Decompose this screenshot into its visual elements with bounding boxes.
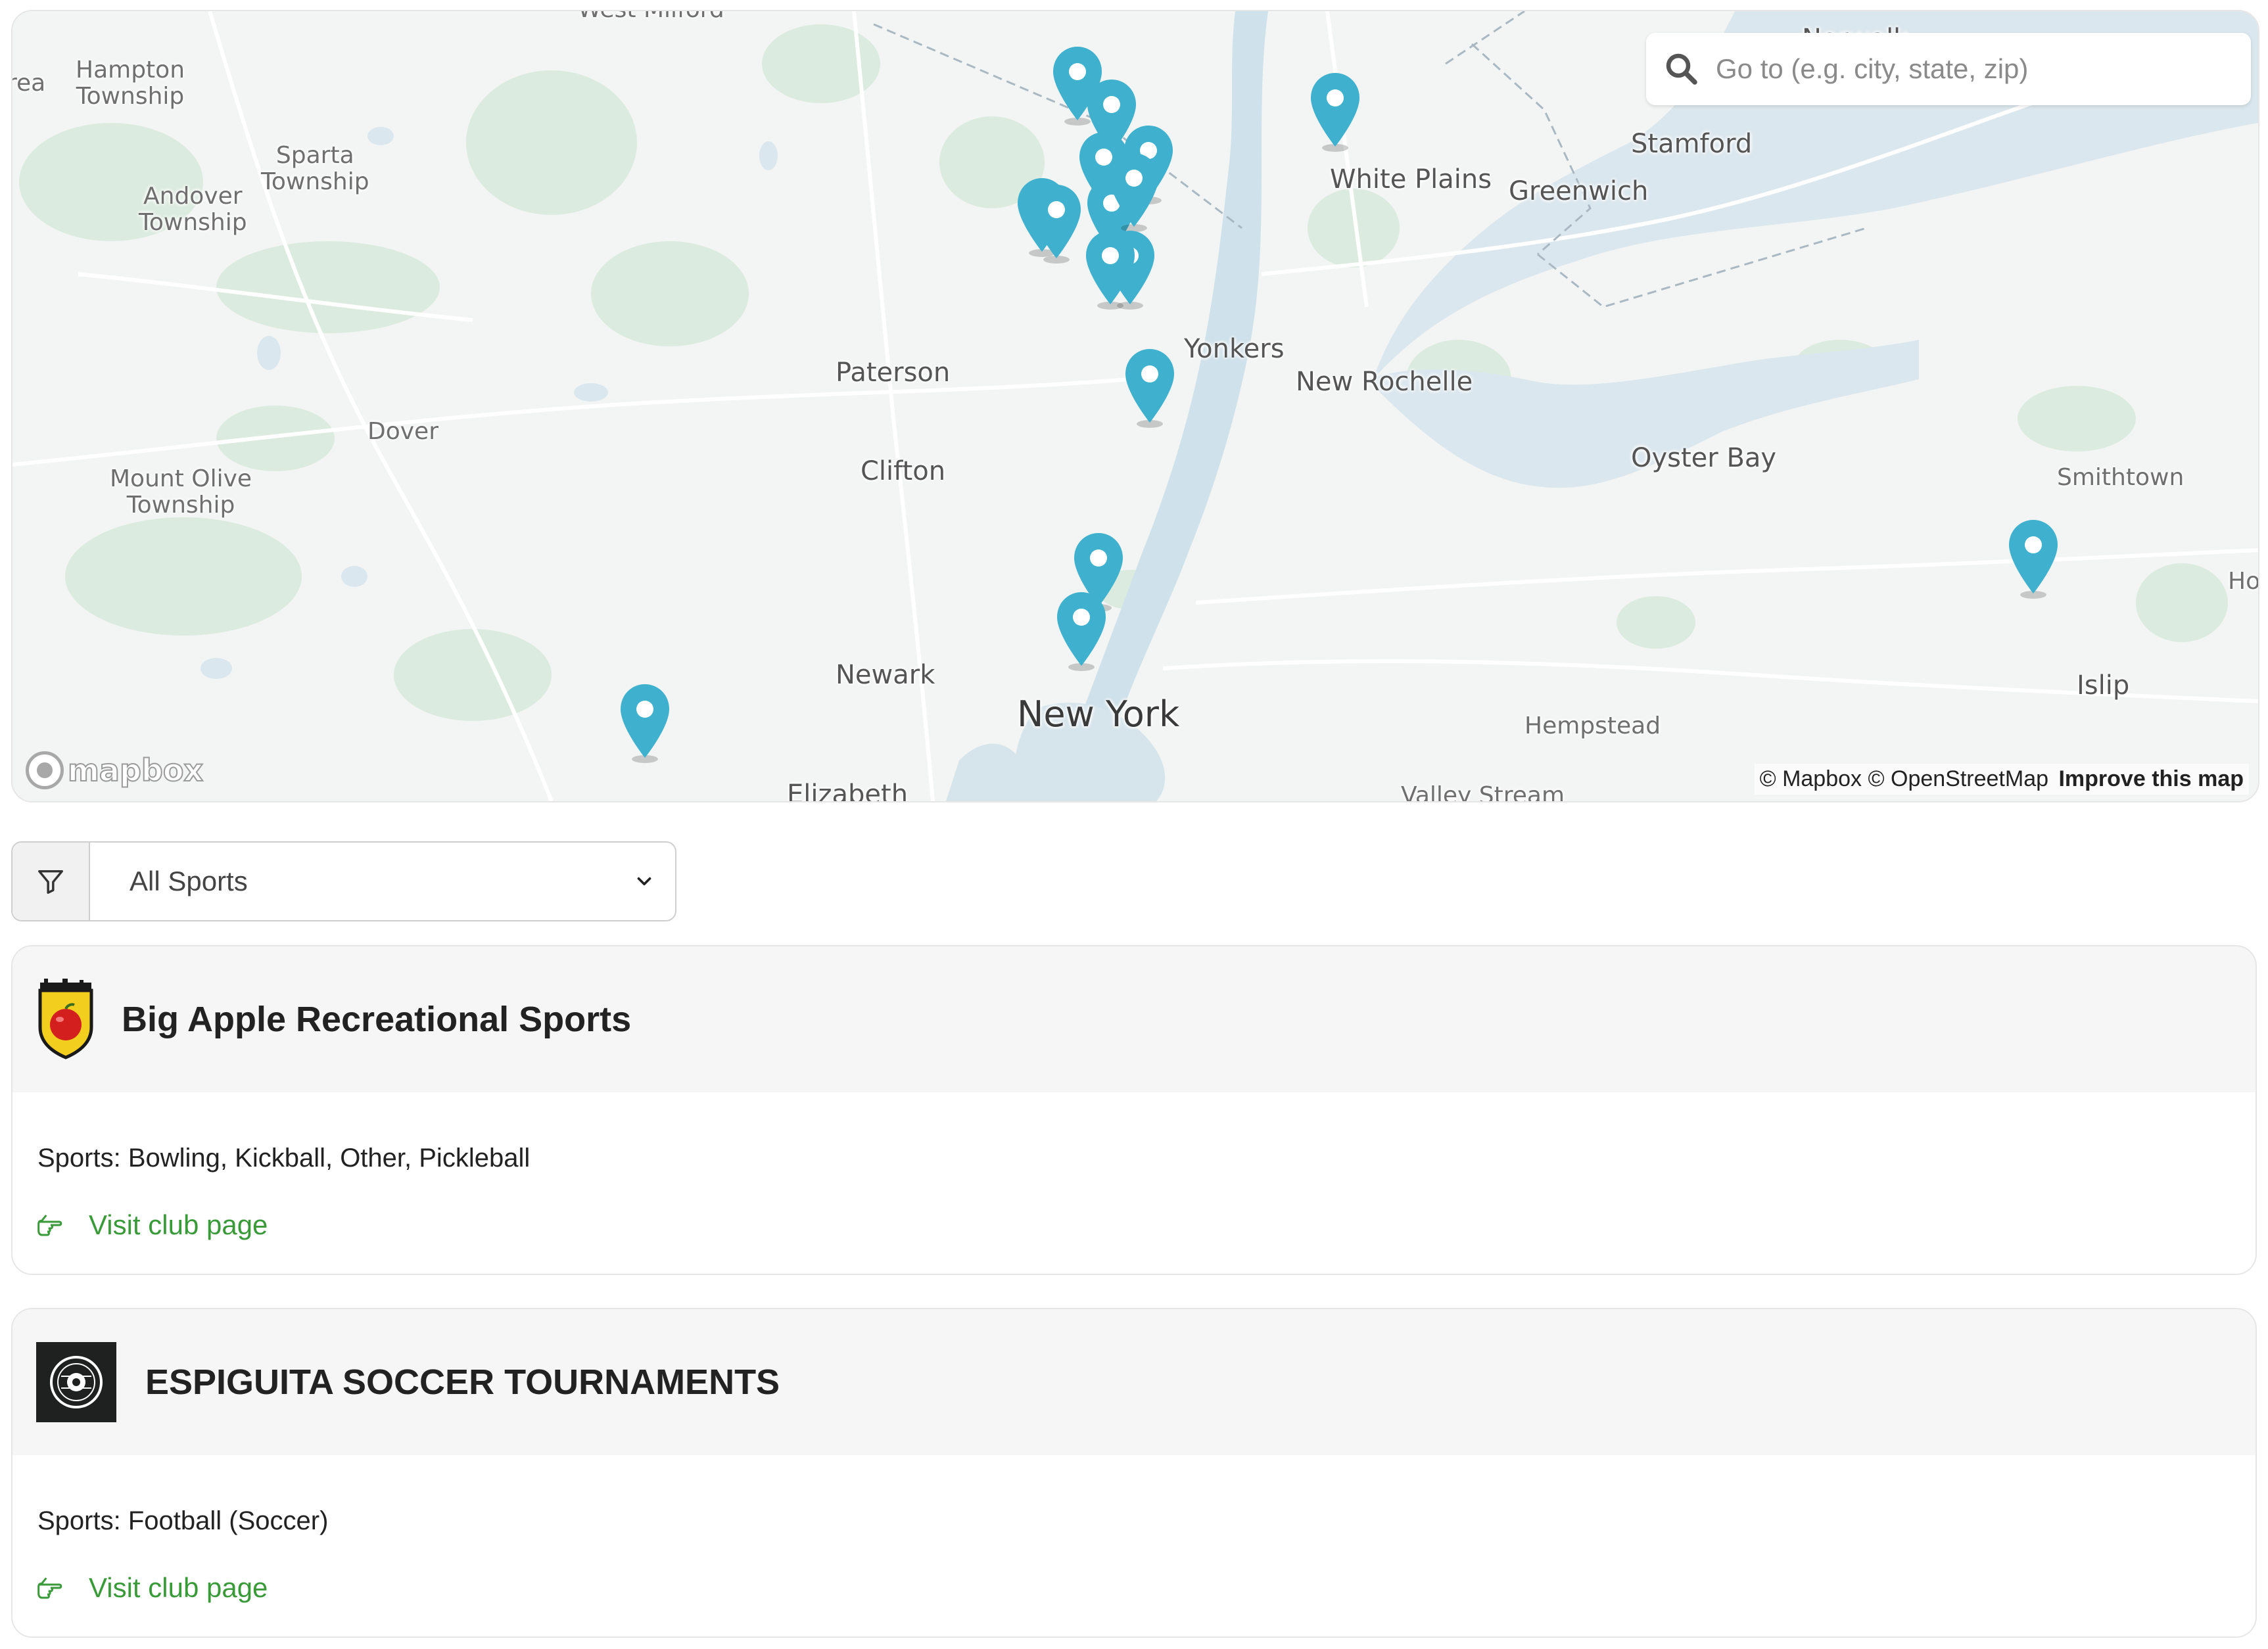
place-label: Sparta Township: [261, 142, 369, 195]
map-pin-icon: [1086, 231, 1135, 310]
map-pin-icon: [621, 684, 669, 763]
place-label: Elizabeth: [787, 779, 909, 802]
club-card-header: ESPIGUITA SOCCER TOURNAMENTS: [12, 1309, 2256, 1455]
place-label: Yonkers: [1184, 334, 1285, 364]
filter-button[interactable]: [12, 843, 90, 920]
visit-club-link[interactable]: Visit club page: [37, 1209, 2231, 1241]
place-label: Hampton Township: [76, 57, 185, 110]
pointing-hand-icon: [37, 1577, 62, 1599]
place-label: Smithtown: [2057, 464, 2185, 491]
map-pin-icon: [1057, 592, 1106, 671]
club-card: ESPIGUITA SOCCER TOURNAMENTS Sports: Foo…: [11, 1308, 2257, 1638]
place-label: New York: [1017, 693, 1180, 735]
place-label: Andover Township: [139, 183, 247, 236]
place-label: White Plains: [1330, 164, 1492, 195]
map-marker[interactable]: [1122, 346, 1178, 430]
map-marker[interactable]: [1307, 70, 1363, 154]
place-label: Ho: [2228, 568, 2259, 595]
map-pin-icon: [2009, 520, 2058, 599]
club-card: Big Apple Recreational Sports Sports: Bo…: [11, 945, 2257, 1275]
place-label: Greenwich: [1509, 176, 1649, 206]
club-name: Big Apple Recreational Sports: [122, 1000, 632, 1039]
club-sports: Sports: Football (Soccer): [37, 1506, 329, 1535]
map-attribution: © Mapbox © OpenStreetMap Improve this ma…: [1754, 764, 2249, 795]
map-pin-icon: [1311, 73, 1359, 152]
visit-club-link[interactable]: Visit club page: [37, 1572, 2231, 1604]
place-label: Islip: [2077, 670, 2130, 701]
map-marker[interactable]: [617, 682, 673, 766]
place-label: New Rochelle: [1296, 367, 1473, 397]
chevron-down-icon: [637, 877, 651, 886]
club-name: ESPIGUITA SOCCER TOURNAMENTS: [145, 1362, 780, 1402]
map-marker[interactable]: [1028, 182, 1085, 266]
search-icon: [1666, 53, 1697, 85]
place-label: Mount Olive Township: [110, 465, 252, 519]
map-search-input[interactable]: [1714, 53, 2230, 85]
map-marker[interactable]: [1106, 151, 1162, 235]
map-pin-icon: [1032, 185, 1081, 264]
club-logo: [38, 979, 93, 1059]
place-label: Valley Stream: [1401, 782, 1565, 802]
map-pin-icon: [1110, 153, 1158, 232]
pointing-hand-icon: [37, 1215, 62, 1236]
attribution-mapbox-link[interactable]: © Mapbox: [1760, 766, 1862, 791]
mapbox-logo-icon: [26, 751, 64, 789]
place-label: Clifton: [861, 456, 946, 486]
mapbox-logo[interactable]: mapbox: [26, 751, 204, 789]
attribution-osm-link[interactable]: © OpenStreetMap: [1868, 766, 2049, 791]
map-search-box: [1646, 33, 2251, 105]
place-label: rea: [12, 70, 46, 97]
place-label: Hempstead: [1524, 712, 1661, 739]
place-label: Oyster Bay: [1631, 443, 1777, 473]
sport-select[interactable]: All Sports: [90, 843, 675, 920]
place-label: Dover: [367, 418, 438, 445]
map-marker[interactable]: [1082, 228, 1139, 312]
club-sports: Sports: Bowling, Kickball, Other, Pickle…: [37, 1144, 531, 1173]
map-marker[interactable]: [2005, 517, 2062, 601]
sport-filter: All Sports: [11, 841, 676, 921]
place-label: Stamford: [1631, 129, 1753, 159]
filter-icon: [38, 870, 63, 894]
sport-select-value: All Sports: [130, 866, 248, 896]
club-logo: [36, 1342, 116, 1422]
place-label: Paterson: [836, 358, 951, 388]
place-label: Newark: [836, 660, 935, 690]
club-card-header: Big Apple Recreational Sports: [12, 946, 2256, 1092]
improve-map-link[interactable]: Improve this map: [2058, 766, 2244, 791]
map[interactable]: West Milford rea HamptonTownship SpartaT…: [11, 10, 2259, 802]
place-label: West Milford: [578, 11, 724, 23]
map-pin-icon: [1125, 349, 1174, 428]
map-marker[interactable]: [1053, 590, 1110, 674]
